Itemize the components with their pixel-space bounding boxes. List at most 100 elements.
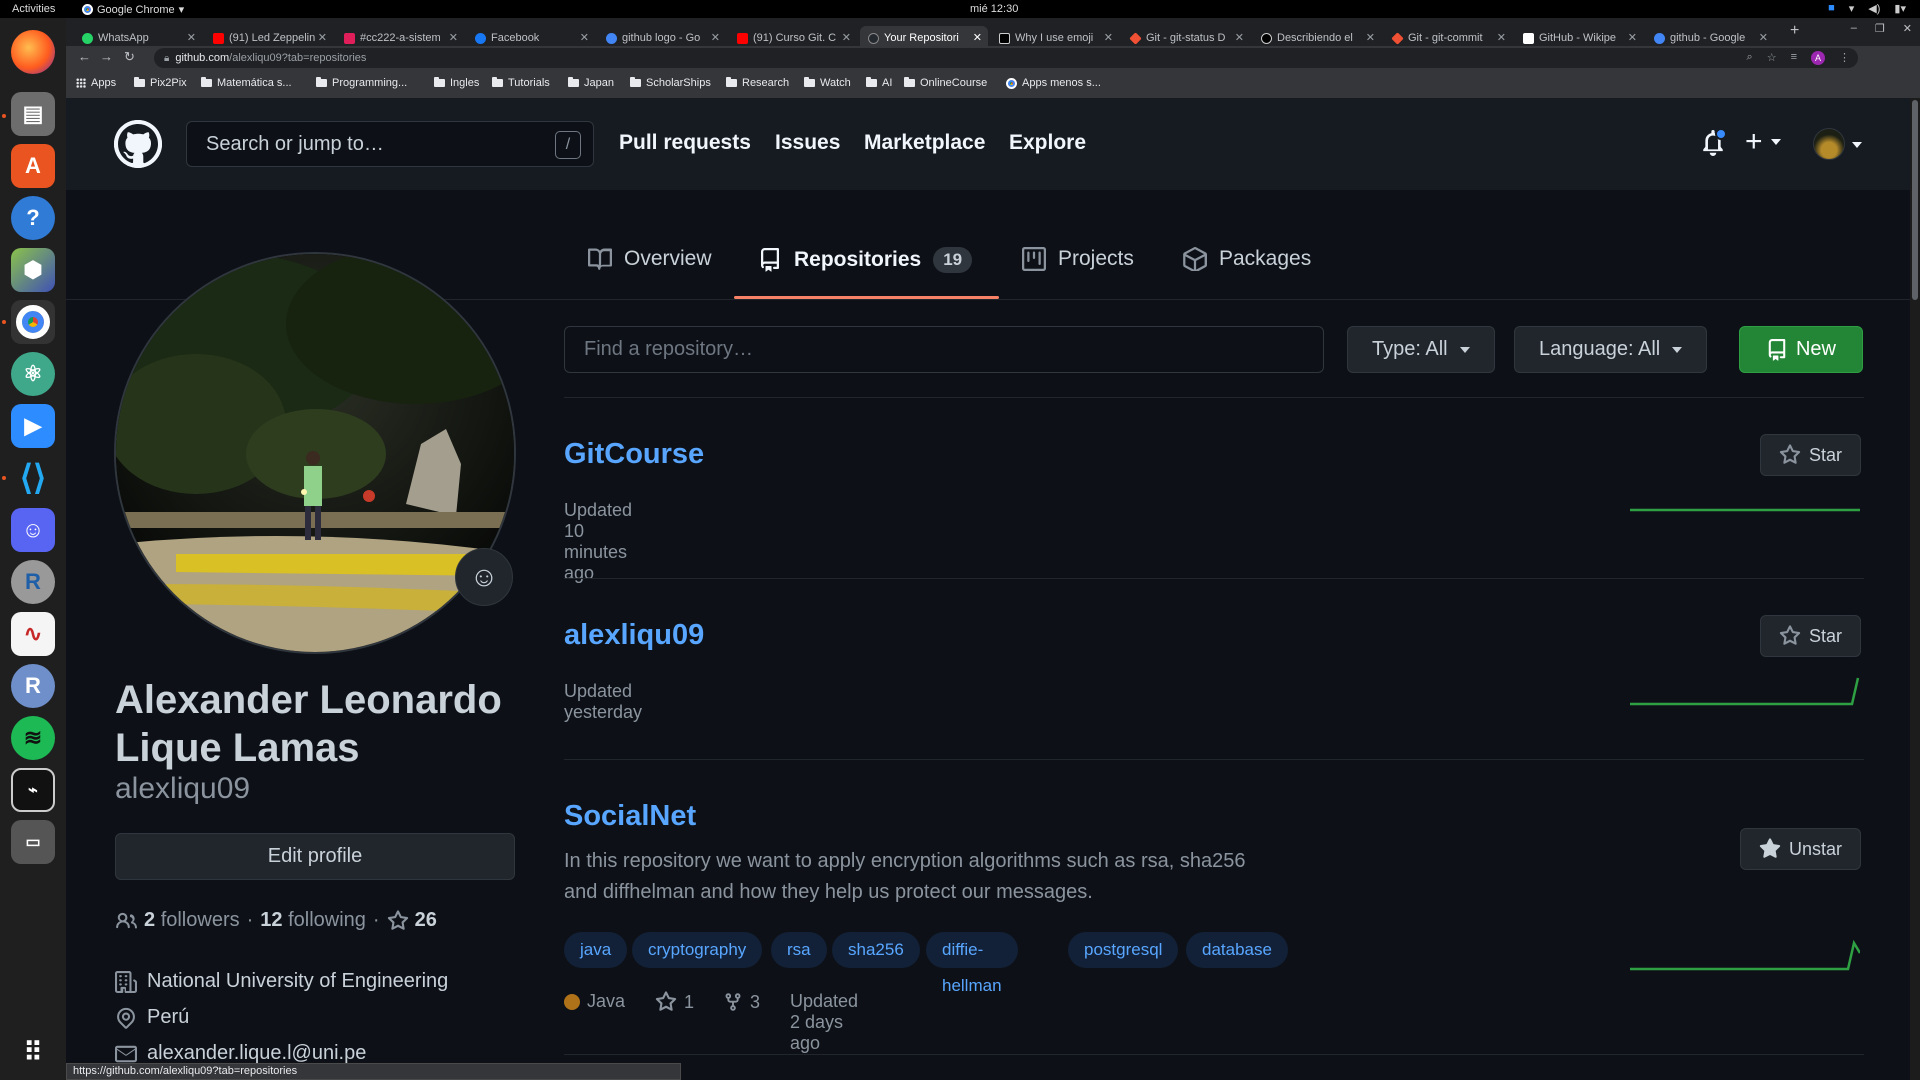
nav-explore[interactable]: Explore [1009,131,1086,155]
github-logo-icon[interactable] [114,120,162,168]
edit-profile-button[interactable]: Edit profile [115,833,515,880]
nav-pull-requests[interactable]: Pull requests [619,131,751,155]
files-icon[interactable]: ▤ [11,92,55,136]
profile-avatar-photo[interactable] [114,252,516,654]
find-repository-input[interactable]: Find a repository… [564,326,1324,373]
back-icon[interactable]: ← [78,49,91,64]
url-field[interactable]: 🔒︎ github.com/alexliqu09?tab=repositorie… [154,48,1858,68]
clock[interactable]: mié 12:30 [970,3,1018,15]
reload-icon[interactable]: ↻ [124,49,135,65]
bookmark-folder[interactable]: Japan [568,77,614,89]
new-tab-button[interactable]: + [1790,22,1799,40]
spotify-icon[interactable]: ≋ [11,716,55,760]
bookmark-folder[interactable]: Ingles [434,77,479,89]
tab-overview[interactable]: Overview [588,247,712,271]
bookmark-folder[interactable]: Programming... [316,77,407,89]
scrollbar-thumb[interactable] [1912,100,1918,300]
repo-name-link[interactable]: SocialNet [564,800,696,833]
more-icon[interactable]: ⋮ [1839,51,1850,65]
close-window-icon[interactable]: ✕ [1903,22,1912,35]
create-new-menu[interactable]: + [1745,127,1781,157]
type-filter-dropdown[interactable]: Type: All [1347,326,1495,373]
bookmark-folder[interactable]: Pix2Pix [134,77,187,89]
topic-tag[interactable]: cryptography [632,932,763,968]
tab-packages[interactable]: Packages [1183,247,1311,271]
topic-tag[interactable]: rsa [771,932,827,968]
followers-link[interactable]: 2 followers [144,909,240,932]
profile-email[interactable]: alexander.lique.l@uni.pe [115,1042,366,1065]
presentation-icon[interactable]: ∿ [11,612,55,656]
new-repository-button[interactable]: New [1739,326,1863,373]
show-apps-icon[interactable]: ⠿ [11,1030,55,1074]
repo-stars-link[interactable]: 1 [655,991,694,1013]
lock-icon[interactable]: 🔒︎ [164,53,169,64]
zoom-tray-icon[interactable]: ■ [1828,2,1835,15]
reading-list-icon[interactable]: ≡ [1791,51,1797,65]
close-icon[interactable]: ✕ [449,31,458,44]
bookmark-folder[interactable]: ScholarShips [630,77,711,89]
nav-marketplace[interactable]: Marketplace [864,131,985,155]
tab-repositories[interactable]: Repositories 19 [758,247,973,273]
zoom-icon[interactable]: ▶ [11,404,55,448]
tab-projects[interactable]: Projects [1022,247,1134,271]
close-icon[interactable]: ✕ [318,31,327,44]
close-icon[interactable]: ✕ [711,31,720,44]
zoom-icon[interactable]: ⌕ [1747,51,1753,65]
github-search-input[interactable]: Search or jump to… / [186,121,594,167]
bookmark-folder[interactable]: Research [726,77,789,89]
star-button[interactable]: Star [1760,615,1862,657]
system-monitor-icon[interactable]: ⌁ [11,768,55,812]
close-icon[interactable]: ✕ [1235,31,1244,44]
atom-icon[interactable]: ⚛ [11,352,55,396]
close-icon[interactable]: ✕ [187,31,196,44]
set-status-emoji-button[interactable]: ☺ [455,548,513,606]
vscode-icon[interactable]: ⟨⟩ [11,456,55,500]
repo-name-link[interactable]: alexliqu09 [564,619,704,652]
chrome-dock-icon[interactable] [11,300,55,344]
close-icon[interactable]: ✕ [1628,31,1637,44]
bookmark-folder[interactable]: OnlineCourse [904,77,987,89]
chevron-down-icon[interactable] [1852,142,1862,148]
firefox-icon[interactable] [11,30,55,74]
profile-avatar[interactable]: A [1811,51,1825,65]
topic-tag[interactable]: database [1186,932,1288,968]
app-menu[interactable]: Google Chrome ▾ [82,3,184,16]
bookmark-folder[interactable]: Matemática s... [201,77,292,89]
close-icon[interactable]: ✕ [842,31,851,44]
activities-button[interactable]: Activities [12,3,55,15]
close-icon[interactable]: ✕ [580,31,589,44]
topic-tag[interactable]: postgresql [1068,932,1179,968]
r-lang-icon[interactable]: R [11,560,55,604]
forward-icon[interactable]: → [100,49,113,64]
virtualbox-icon[interactable]: ⬢ [11,248,55,292]
software-icon[interactable]: A [11,144,55,188]
topic-tag[interactable]: java [564,932,628,968]
language-filter-dropdown[interactable]: Language: All [1514,326,1708,373]
bookmark-link[interactable]: Apps menos s... [1006,77,1101,89]
bookmark-apps[interactable]: Apps [76,77,116,89]
repo-forks-link[interactable]: 3 [723,991,760,1013]
minimize-icon[interactable]: – [1851,22,1857,35]
screenshot-icon[interactable]: ▭ [11,820,55,864]
bookmark-folder[interactable]: AI [866,77,892,89]
user-avatar[interactable] [1813,128,1845,160]
bookmark-folder[interactable]: Watch [804,77,851,89]
topic-tag[interactable]: diffie-hellman [926,932,1018,995]
maximize-icon[interactable]: ❐ [1875,22,1885,35]
close-icon[interactable]: ✕ [973,31,982,44]
star-button[interactable]: Star [1760,434,1862,476]
topic-tag[interactable]: sha256 [832,932,920,968]
close-icon[interactable]: ✕ [1497,31,1506,44]
unstar-button[interactable]: Unstar [1740,828,1862,870]
bookmark-folder[interactable]: Tutorials [492,77,550,89]
discord-icon[interactable]: ☺ [11,508,55,552]
help-icon[interactable]: ? [11,196,55,240]
following-link[interactable]: 12 following [260,909,366,932]
stars-link[interactable]: 26 [387,909,437,932]
repo-name-link[interactable]: GitCourse [564,438,704,471]
close-icon[interactable]: ✕ [1104,31,1113,44]
close-icon[interactable]: ✕ [1366,31,1375,44]
close-icon[interactable]: ✕ [1759,31,1768,44]
bookmark-star-icon[interactable]: ☆ [1767,51,1777,65]
system-tray[interactable]: ■ ▾ ◀) ▮▾ [1828,2,1906,15]
